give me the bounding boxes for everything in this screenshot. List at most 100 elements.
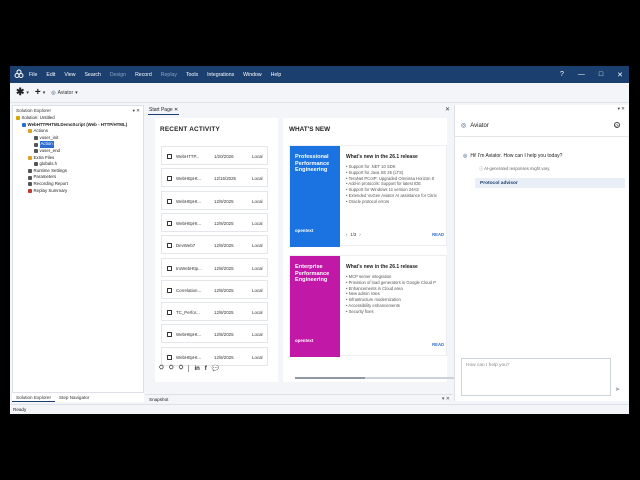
read-more-link[interactable]: READ [432,232,444,237]
news-item: • Security fixes [346,308,374,314]
recent-item[interactable]: TC_Perfor... 12/8/2025 Local [161,302,268,322]
recent-item-name: WebHttpHt... [176,354,202,360]
menu-item-file[interactable]: File [29,72,37,78]
news-item-text: Provision of load generators in Google C… [348,279,436,285]
news-item-text: Oracle protocol errors [348,198,390,204]
news-card: Professional Performance Engineering open… [289,145,447,247]
divider [455,136,629,137]
recent-item[interactable]: WebHttpHt... 12/9/2025 Local [161,190,268,210]
menu-item-view[interactable]: View [64,72,75,78]
social-links: ⛭ ⛭ ⛭ in f 💬 [159,365,219,372]
script-file-icon [167,287,172,293]
aviator-input[interactable]: How can I help you? [461,358,611,396]
aviator-icon: ◎ [461,123,467,129]
read-more-link[interactable]: READ [432,342,444,347]
tree-node-icon [28,169,32,174]
recent-item-location: Local [252,310,263,316]
tree-item[interactable]: Replay Summary [13,188,143,195]
app-logo-icon [14,69,24,78]
panel-controls[interactable]: ▾ ✕ [442,396,450,402]
divider [188,365,190,372]
recent-item[interactable]: WebHttpHt... 12/8/2025 Local [161,324,268,344]
chat-icon[interactable]: 💬 [212,365,219,372]
recent-item[interactable]: WebHttpHt... 12/8/2025 Local [161,346,268,366]
minimize-button[interactable]: — [578,71,585,78]
menu-item-tools[interactable]: Tools [186,72,198,78]
close-icon[interactable]: ✕ [174,107,178,113]
solution-tree: Solution: Untitled WebHTTPHTMLDemoScript … [13,115,143,194]
info-icon: ⓘ [479,166,484,171]
chevron-left-icon[interactable]: ‹ [346,232,347,237]
aviator-button[interactable]: ◎ Aviator ▾ [51,90,77,96]
menu-item-integrations[interactable]: Integrations [207,72,234,78]
tab-step-navigator[interactable]: Step Navigator [55,393,93,402]
tab-start-page[interactable]: Start Page ✕ [148,107,180,115]
recent-item[interactable]: DevWeb7 12/9/2025 Local [161,235,268,255]
tree-node-icon [28,129,32,134]
menu-item-edit[interactable]: Edit [46,72,55,78]
tree-item[interactable]: Solution: Untitled [13,115,143,122]
horizontal-scrollbar[interactable] [295,377,455,379]
close-button[interactable]: ✕ [617,71,623,79]
script-file-icon [167,265,172,271]
script-file-icon [167,354,172,360]
tree-item[interactable]: globals.h [13,161,143,168]
maximize-button[interactable]: □ [599,71,603,78]
tree-item[interactable]: WebHTTPHTMLDemoScript (Web - HTTP/HTML) [13,122,143,129]
menu-item-window[interactable]: Window [243,72,261,78]
opentext-logo-icon[interactable]: ⛭ [169,365,174,372]
recent-item[interactable]: WebHttpHt... 12/16/2025 Local [161,168,268,188]
disclaimer-text: ⓘ AI-generated responses might vary. [479,166,551,171]
snapshot-panel: Snapshot ▾ ✕ [145,394,453,403]
recent-item-date: 12/16/2025 [214,176,236,182]
tree-item[interactable]: Parameters [13,174,143,181]
tree-item[interactable]: Runtime Settings [13,168,143,175]
panel-controls[interactable]: ▾ ✕ [455,105,628,114]
recent-item-date: 12/8/2025 [214,287,234,293]
menu-item-search[interactable]: Search [84,72,100,78]
panel-controls[interactable]: ▾ ✕ [133,108,140,113]
scrollbar-thumb[interactable] [295,377,365,379]
help-button[interactable]: ? [560,71,564,78]
recent-item-date: 1/20/2026 [214,154,234,159]
chevron-right-icon[interactable]: › [359,232,360,237]
tree-item[interactable]: vuser_init [13,135,143,142]
menu-item-design[interactable]: Design [110,72,126,78]
tree-node-icon [34,162,38,167]
new-script-button[interactable]: ✱ ▾ [16,87,29,98]
page-indicator: 1/3 [350,232,357,237]
recent-item-date: 12/8/2025 [214,265,234,271]
opentext-logo-icon[interactable]: ⛭ [159,365,164,372]
recent-item-date: 12/9/2025 [214,198,234,204]
recent-item[interactable]: WebHttpHt... 12/9/2025 Local [161,212,268,232]
tree-item[interactable]: Recording Report [13,181,143,188]
tab-solution-explorer[interactable]: Solution Explorer [12,393,55,402]
tree-item[interactable]: Actions [13,128,143,135]
status-bar: Ready [10,404,629,414]
add-button[interactable]: + ▾ [35,87,45,98]
tree-item[interactable]: Action [13,141,143,148]
chevron-down-icon: ▾ [26,89,29,96]
recent-item[interactable]: truWebHttp... 12/8/2025 Local [161,257,268,277]
menu-item-replay[interactable]: Replay [161,72,177,78]
tree-item[interactable]: vuser_end [13,148,143,155]
linkedin-icon[interactable]: in [194,366,199,372]
send-icon[interactable]: ➤ [615,386,620,393]
opentext-logo-icon[interactable]: ⛭ [179,365,184,372]
history-icon[interactable]: ⟳ [614,122,620,128]
close-icon[interactable]: ✕ [445,106,450,113]
recent-item[interactable]: WebHTTP... 1/20/2026 Local [161,146,268,165]
suggestion-chip[interactable]: Protocol advisor [475,178,625,188]
menu-item-help[interactable]: Help [271,72,282,78]
news-banner: Professional Performance Engineering open… [290,146,340,247]
aviator-title: Aviator [470,122,489,129]
facebook-icon[interactable]: f [205,366,207,372]
menu-item-record[interactable]: Record [135,72,152,78]
tree-item-label: Runtime Settings [33,167,67,173]
news-card: Enterprise Performance Engineering opente… [289,255,447,357]
tree-item[interactable]: Extra Files [13,155,143,162]
news-item-text: Enhancements in Cloud area [348,285,403,291]
script-file-icon [167,310,172,316]
news-item-text: New admin roles [348,291,380,297]
recent-item[interactable]: Correlation... 12/8/2025 Local [161,279,268,299]
